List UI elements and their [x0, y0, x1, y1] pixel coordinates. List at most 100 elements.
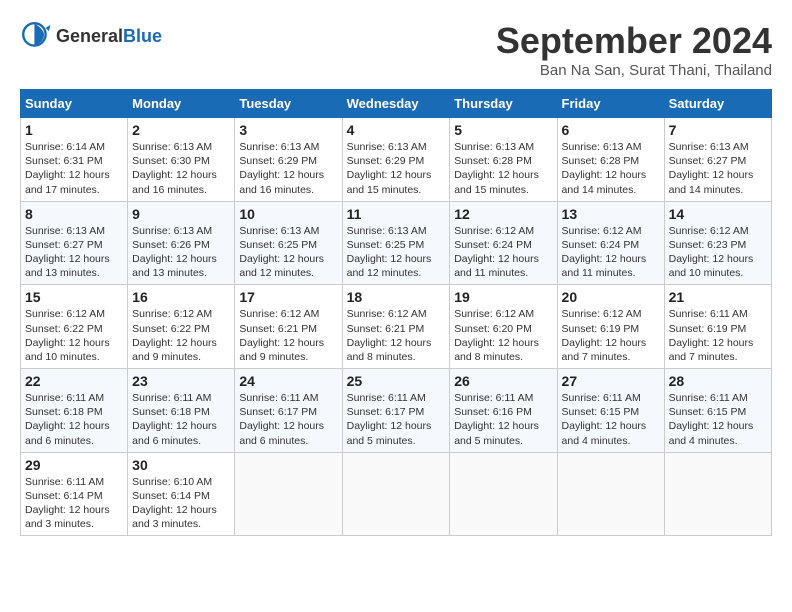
- day-number: 19: [454, 289, 552, 305]
- table-row: 19 Sunrise: 6:12 AM Sunset: 6:20 PM Dayli…: [450, 285, 557, 369]
- table-row: 17 Sunrise: 6:12 AM Sunset: 6:21 PM Dayli…: [235, 285, 342, 369]
- day-info: Sunrise: 6:11 AM Sunset: 6:19 PM Dayligh…: [669, 307, 767, 364]
- table-row: 14 Sunrise: 6:12 AM Sunset: 6:23 PM Dayli…: [664, 201, 771, 285]
- day-info: Sunrise: 6:13 AM Sunset: 6:27 PM Dayligh…: [669, 140, 767, 197]
- table-row: 23 Sunrise: 6:11 AM Sunset: 6:18 PM Dayli…: [128, 369, 235, 453]
- day-number: 4: [347, 122, 446, 138]
- logo-blue-text: Blue: [123, 26, 162, 46]
- day-number: 18: [347, 289, 446, 305]
- day-info: Sunrise: 6:13 AM Sunset: 6:25 PM Dayligh…: [347, 224, 446, 281]
- table-row: 28 Sunrise: 6:11 AM Sunset: 6:15 PM Dayli…: [664, 369, 771, 453]
- col-monday: Monday: [128, 90, 235, 118]
- table-row: [450, 452, 557, 536]
- table-row: 20 Sunrise: 6:12 AM Sunset: 6:19 PM Dayli…: [557, 285, 664, 369]
- day-info: Sunrise: 6:12 AM Sunset: 6:22 PM Dayligh…: [25, 307, 123, 364]
- day-info: Sunrise: 6:12 AM Sunset: 6:19 PM Dayligh…: [562, 307, 660, 364]
- table-row: 8 Sunrise: 6:13 AM Sunset: 6:27 PM Daylig…: [21, 201, 128, 285]
- day-number: 6: [562, 122, 660, 138]
- day-info: Sunrise: 6:11 AM Sunset: 6:17 PM Dayligh…: [347, 391, 446, 448]
- table-row: 4 Sunrise: 6:13 AM Sunset: 6:29 PM Daylig…: [342, 118, 450, 202]
- table-row: 15 Sunrise: 6:12 AM Sunset: 6:22 PM Dayli…: [21, 285, 128, 369]
- col-sunday: Sunday: [21, 90, 128, 118]
- day-info: Sunrise: 6:12 AM Sunset: 6:21 PM Dayligh…: [239, 307, 337, 364]
- table-row: 6 Sunrise: 6:13 AM Sunset: 6:28 PM Daylig…: [557, 118, 664, 202]
- day-info: Sunrise: 6:12 AM Sunset: 6:22 PM Dayligh…: [132, 307, 230, 364]
- col-wednesday: Wednesday: [342, 90, 450, 118]
- calendar-week-row: 15 Sunrise: 6:12 AM Sunset: 6:22 PM Dayli…: [21, 285, 772, 369]
- table-row: 2Sunrise: 6:13 AM Sunset: 6:30 PM Daylig…: [128, 118, 235, 202]
- day-info: Sunrise: 6:12 AM Sunset: 6:20 PM Dayligh…: [454, 307, 552, 364]
- day-info: Sunrise: 6:13 AM Sunset: 6:29 PM Dayligh…: [347, 140, 446, 197]
- month-title: September 2024: [496, 20, 772, 62]
- calendar-table: Sunday Monday Tuesday Wednesday Thursday…: [20, 89, 772, 536]
- day-info: Sunrise: 6:11 AM Sunset: 6:18 PM Dayligh…: [132, 391, 230, 448]
- day-number: 28: [669, 373, 767, 389]
- table-row: 26 Sunrise: 6:11 AM Sunset: 6:16 PM Dayli…: [450, 369, 557, 453]
- calendar-header-row: Sunday Monday Tuesday Wednesday Thursday…: [21, 90, 772, 118]
- calendar-week-row: 29Sunrise: 6:11 AM Sunset: 6:14 PM Dayli…: [21, 452, 772, 536]
- day-info: Sunrise: 6:11 AM Sunset: 6:16 PM Dayligh…: [454, 391, 552, 448]
- day-info: Sunrise: 6:13 AM Sunset: 6:29 PM Dayligh…: [239, 140, 337, 197]
- day-info: Sunrise: 6:11 AM Sunset: 6:18 PM Dayligh…: [25, 391, 123, 448]
- table-row: 24Sunrise: 6:11 AM Sunset: 6:17 PM Dayli…: [235, 369, 342, 453]
- day-number: 5: [454, 122, 552, 138]
- col-friday: Friday: [557, 90, 664, 118]
- day-number: 23: [132, 373, 230, 389]
- day-number: 2: [132, 122, 230, 138]
- day-number: 29: [25, 457, 123, 473]
- table-row: 11 Sunrise: 6:13 AM Sunset: 6:25 PM Dayli…: [342, 201, 450, 285]
- col-tuesday: Tuesday: [235, 90, 342, 118]
- day-info: Sunrise: 6:13 AM Sunset: 6:28 PM Dayligh…: [562, 140, 660, 197]
- day-number: 17: [239, 289, 337, 305]
- location-title: Ban Na San, Surat Thani, Thailand: [496, 62, 772, 79]
- day-info: Sunrise: 6:13 AM Sunset: 6:26 PM Dayligh…: [132, 224, 230, 281]
- day-info: Sunrise: 6:13 AM Sunset: 6:28 PM Dayligh…: [454, 140, 552, 197]
- table-row: 13 Sunrise: 6:12 AM Sunset: 6:24 PM Dayli…: [557, 201, 664, 285]
- day-number: 25: [347, 373, 446, 389]
- table-row: 18Sunrise: 6:12 AM Sunset: 6:21 PM Dayli…: [342, 285, 450, 369]
- day-info: Sunrise: 6:14 AM Sunset: 6:31 PM Dayligh…: [25, 140, 123, 197]
- day-info: Sunrise: 6:11 AM Sunset: 6:17 PM Dayligh…: [239, 391, 337, 448]
- day-number: 8: [25, 206, 123, 222]
- day-info: Sunrise: 6:11 AM Sunset: 6:15 PM Dayligh…: [562, 391, 660, 448]
- table-row: 5 Sunrise: 6:13 AM Sunset: 6:28 PM Daylig…: [450, 118, 557, 202]
- day-number: 9: [132, 206, 230, 222]
- day-number: 7: [669, 122, 767, 138]
- day-number: 13: [562, 206, 660, 222]
- col-thursday: Thursday: [450, 90, 557, 118]
- day-info: Sunrise: 6:13 AM Sunset: 6:25 PM Dayligh…: [239, 224, 337, 281]
- day-number: 27: [562, 373, 660, 389]
- table-row: 12Sunrise: 6:12 AM Sunset: 6:24 PM Dayli…: [450, 201, 557, 285]
- day-number: 30: [132, 457, 230, 473]
- calendar-week-row: 22 Sunrise: 6:11 AM Sunset: 6:18 PM Dayli…: [21, 369, 772, 453]
- day-number: 15: [25, 289, 123, 305]
- header: GeneralBlue September 2024 Ban Na San, S…: [20, 20, 772, 79]
- table-row: [342, 452, 450, 536]
- table-row: [557, 452, 664, 536]
- day-info: Sunrise: 6:11 AM Sunset: 6:15 PM Dayligh…: [669, 391, 767, 448]
- day-number: 26: [454, 373, 552, 389]
- col-saturday: Saturday: [664, 90, 771, 118]
- day-info: Sunrise: 6:12 AM Sunset: 6:23 PM Dayligh…: [669, 224, 767, 281]
- table-row: 3 Sunrise: 6:13 AM Sunset: 6:29 PM Daylig…: [235, 118, 342, 202]
- calendar-week-row: 1 Sunrise: 6:14 AM Sunset: 6:31 PM Daylig…: [21, 118, 772, 202]
- day-number: 20: [562, 289, 660, 305]
- day-number: 14: [669, 206, 767, 222]
- day-number: 3: [239, 122, 337, 138]
- logo: GeneralBlue: [20, 20, 162, 52]
- day-info: Sunrise: 6:13 AM Sunset: 6:27 PM Dayligh…: [25, 224, 123, 281]
- table-row: [664, 452, 771, 536]
- logo-general-text: General: [56, 26, 123, 46]
- calendar-week-row: 8 Sunrise: 6:13 AM Sunset: 6:27 PM Daylig…: [21, 201, 772, 285]
- table-row: 22 Sunrise: 6:11 AM Sunset: 6:18 PM Dayli…: [21, 369, 128, 453]
- table-row: 1 Sunrise: 6:14 AM Sunset: 6:31 PM Daylig…: [21, 118, 128, 202]
- table-row: 9 Sunrise: 6:13 AM Sunset: 6:26 PM Daylig…: [128, 201, 235, 285]
- day-number: 1: [25, 122, 123, 138]
- day-number: 21: [669, 289, 767, 305]
- day-number: 11: [347, 206, 446, 222]
- day-number: 16: [132, 289, 230, 305]
- table-row: 7 Sunrise: 6:13 AM Sunset: 6:27 PM Daylig…: [664, 118, 771, 202]
- day-number: 22: [25, 373, 123, 389]
- table-row: [235, 452, 342, 536]
- day-info: Sunrise: 6:12 AM Sunset: 6:24 PM Dayligh…: [562, 224, 660, 281]
